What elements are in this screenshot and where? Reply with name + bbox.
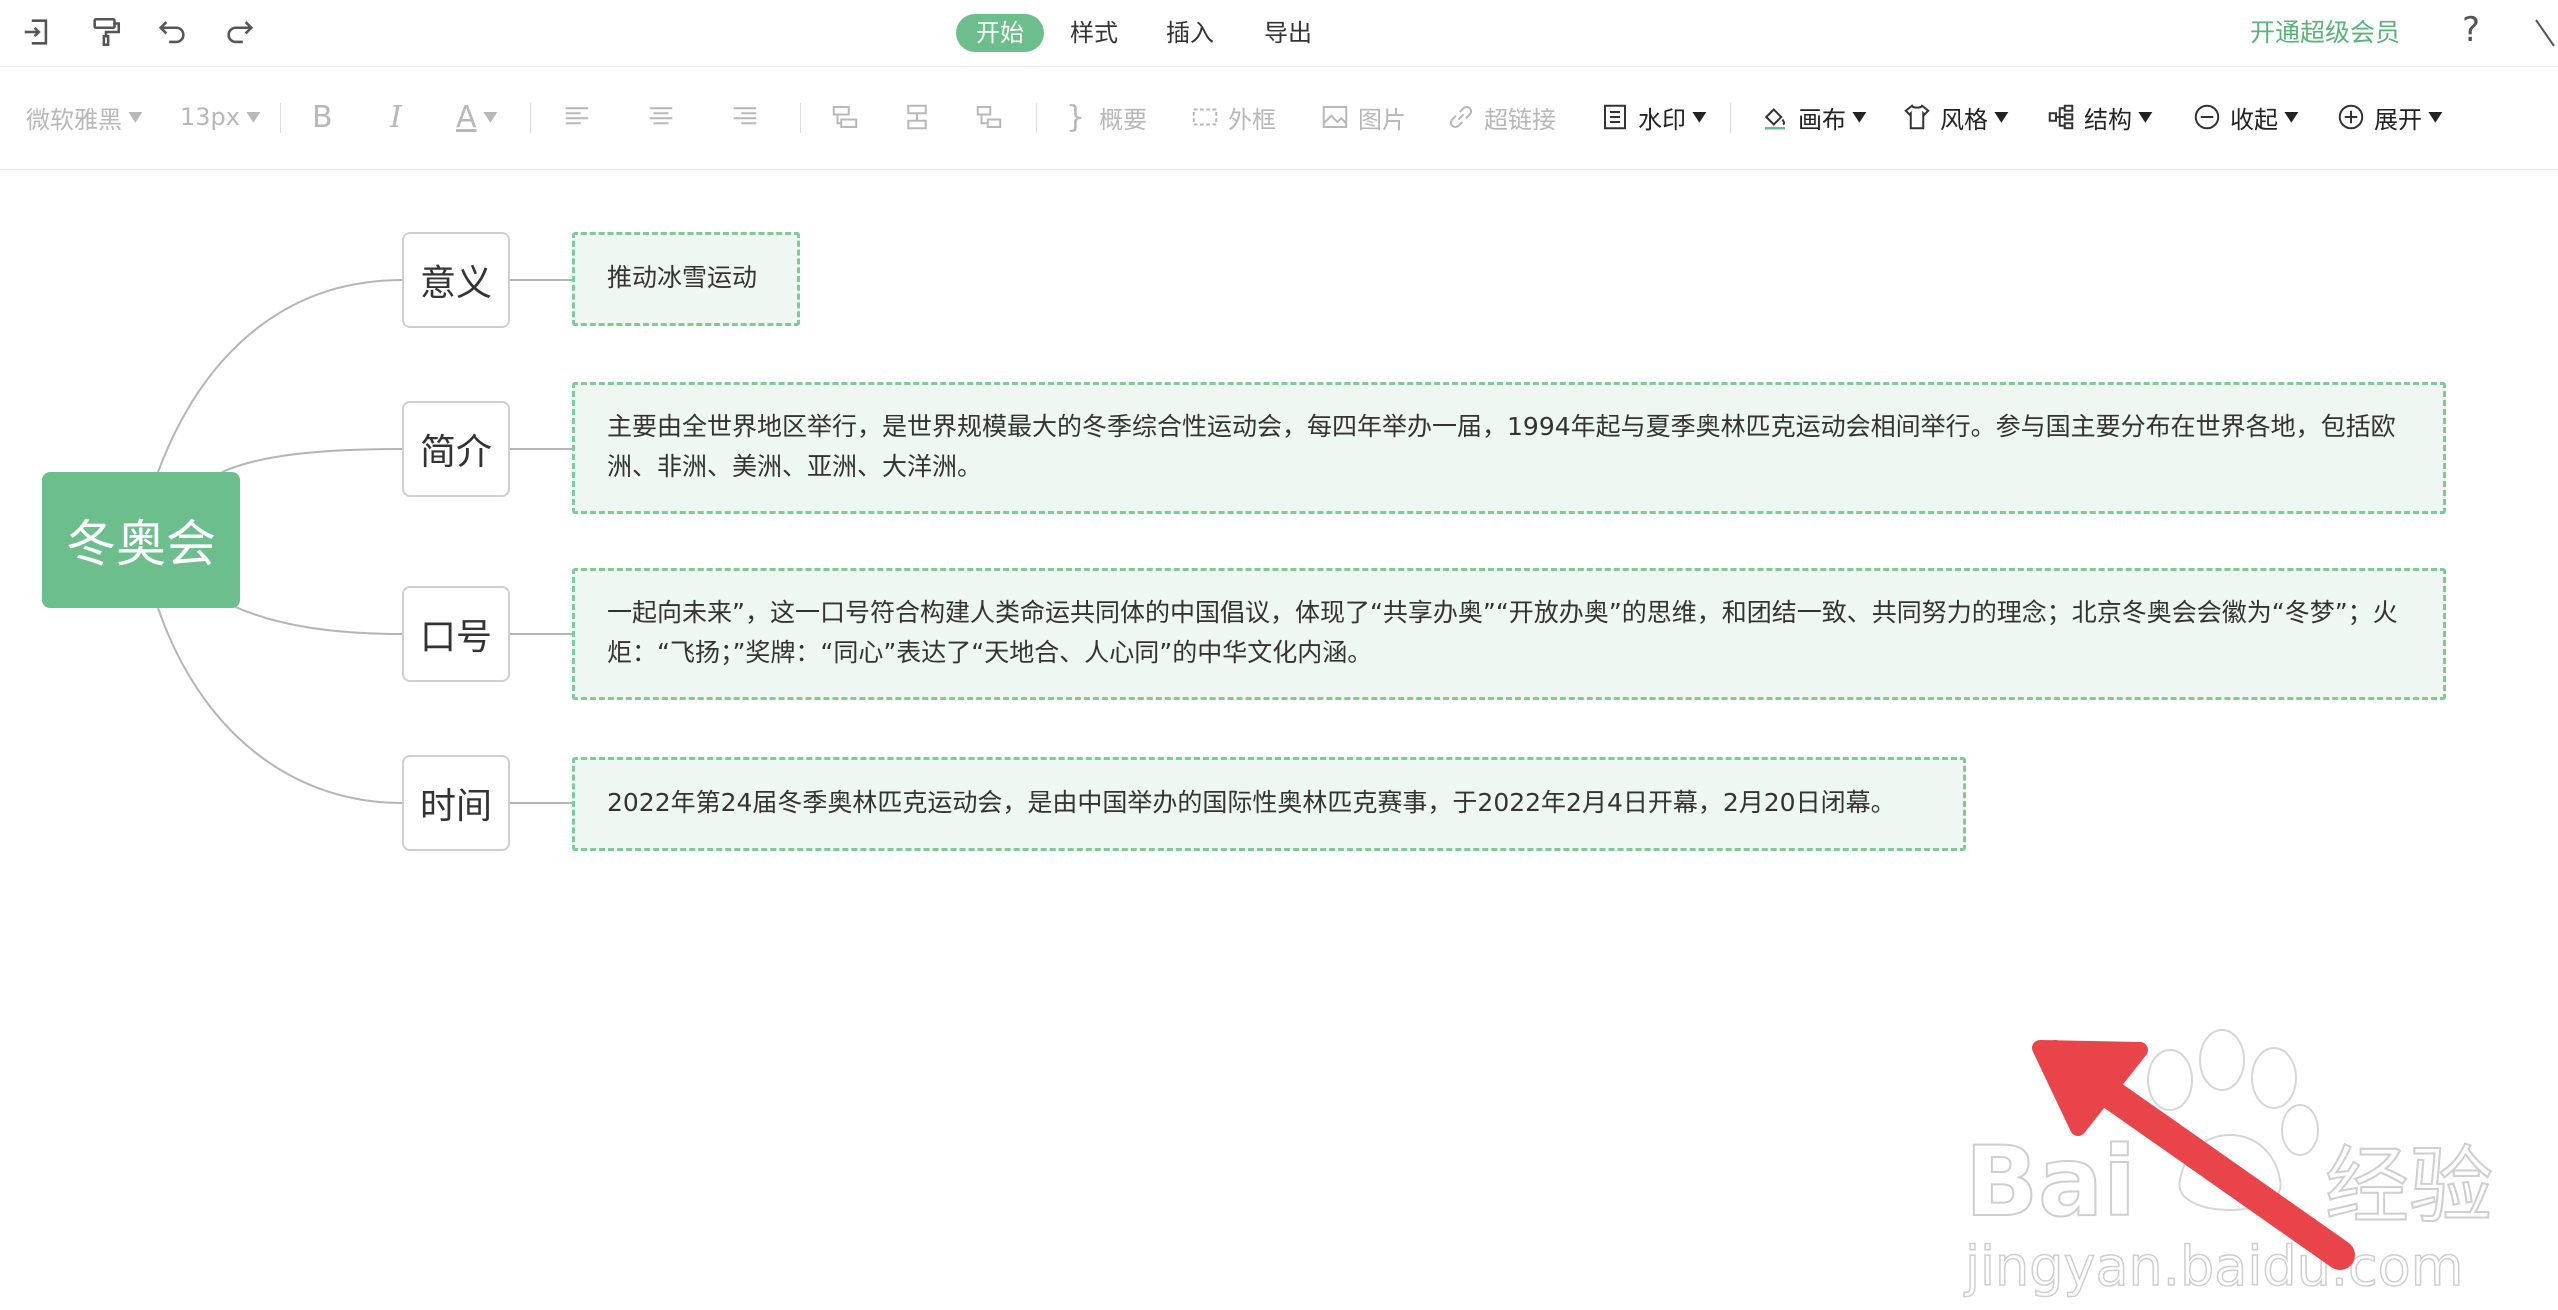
structure-dropdown[interactable]: 结构 ▼ — [2046, 97, 2153, 137]
parent-node-icon — [976, 106, 1002, 128]
watermark-icon — [1604, 104, 1626, 130]
leaf-node-time[interactable]: 2022年第24届冬季奥林匹克运动会，是由中国举办的国际性奥林匹克赛事，于202… — [572, 757, 1966, 851]
branch-node-significance[interactable]: 意义 — [402, 232, 510, 328]
branch-node-slogan[interactable]: 口号 — [402, 586, 510, 682]
structure-label: 结构 — [2084, 105, 2132, 134]
italic-button[interactable]: I — [390, 97, 402, 137]
tab-start[interactable]: 开始 — [956, 14, 1044, 52]
format-painter-icon[interactable] — [86, 12, 126, 52]
slash-icon[interactable] — [2528, 16, 2558, 50]
font-color-icon: A — [456, 99, 477, 135]
branch-node-introduction[interactable]: 简介 — [402, 401, 510, 497]
hyperlink-button[interactable]: 超链接 — [1446, 97, 1556, 137]
image-label: 图片 — [1358, 105, 1406, 134]
theme-style-dropdown[interactable]: 风格 ▼ — [1902, 97, 2009, 137]
tab-export[interactable]: 导出 — [1264, 14, 1312, 52]
frame-icon — [1192, 108, 1218, 126]
chevron-down-icon: ▼ — [482, 109, 497, 125]
font-size-value: 13px — [180, 103, 240, 131]
canvas-label: 画布 — [1798, 105, 1846, 134]
connector-line — [224, 601, 403, 635]
mindmap-canvas[interactable]: 冬奥会 意义 简介 口号 时间 推动冰雪运动 主要由全世界地区举行，是世界规模最… — [0, 170, 2558, 1299]
shirt-icon — [1904, 104, 1930, 130]
font-size-select[interactable]: 13px ▼ — [180, 97, 261, 137]
chevron-down-icon: ▼ — [1994, 109, 2009, 125]
plus-circle-icon — [2338, 104, 2364, 130]
chevron-down-icon: ▼ — [1692, 109, 1707, 125]
align-left-icon — [565, 107, 589, 125]
chevron-down-icon: ▼ — [1852, 109, 1867, 125]
toolbar-divider — [530, 103, 531, 133]
tab-style[interactable]: 样式 — [1070, 14, 1118, 52]
minus-circle-icon — [2194, 104, 2220, 130]
toolbar-divider — [1036, 103, 1037, 133]
leaf-node-introduction[interactable]: 主要由全世界地区举行，是世界规模最大的冬季综合性运动会，每四年举办一届，1994… — [572, 382, 2446, 514]
add-parent-node-button[interactable] — [974, 97, 1012, 137]
chevron-down-icon: ▼ — [2284, 109, 2299, 125]
hyperlink-label: 超链接 — [1484, 105, 1556, 134]
exit-icon[interactable] — [16, 12, 56, 52]
tab-insert[interactable]: 插入 — [1166, 14, 1214, 52]
font-color-button[interactable]: A ▼ — [456, 97, 497, 137]
bold-button[interactable]: B — [312, 97, 333, 137]
toolbar-divider — [1730, 103, 1731, 133]
align-right-icon — [733, 107, 757, 125]
watermark-brand-suffix: 经验 — [2325, 1137, 2493, 1235]
frame-label: 外框 — [1228, 105, 1276, 134]
root-node[interactable]: 冬奥会 — [42, 472, 240, 608]
summary-button[interactable]: } 概要 — [1066, 97, 1147, 137]
image-button[interactable]: 图片 — [1320, 97, 1406, 137]
baidu-jingyan-watermark: Bai 经验 jingyan.baidu.com — [1963, 1029, 2494, 1299]
link-icon — [1449, 105, 1473, 129]
expand-label: 展开 — [2374, 105, 2422, 134]
watermark-label: 水印 — [1638, 105, 1686, 134]
image-icon — [1322, 106, 1348, 128]
align-center-icon — [649, 107, 673, 125]
chevron-down-icon: ▼ — [2138, 109, 2153, 125]
toolbar-divider — [800, 103, 801, 133]
chevron-down-icon: ▼ — [246, 109, 261, 125]
structure-icon — [2048, 104, 2074, 130]
font-family-select[interactable]: 微软雅黑 ▼ — [26, 97, 143, 137]
help-icon[interactable]: ? — [2462, 10, 2480, 50]
watermark-dropdown[interactable]: 水印 ▼ — [1600, 97, 1707, 137]
font-family-value: 微软雅黑 — [26, 105, 122, 134]
format-toolbar: 微软雅黑 ▼ 13px ▼ B I A ▼ } 概要 外框 图片 超链接 水印 ▼ — [0, 67, 2558, 170]
align-center-button[interactable] — [646, 97, 684, 137]
frame-button[interactable]: 外框 — [1190, 97, 1276, 137]
connector-line — [157, 607, 403, 804]
connector-line — [221, 448, 403, 473]
vip-upgrade-link[interactable]: 开通超级会员 — [2250, 14, 2400, 52]
paint-bucket-icon — [1764, 108, 1786, 130]
canvas-dropdown[interactable]: 画布 ▼ — [1760, 97, 1867, 137]
toolbar-divider — [280, 103, 281, 133]
theme-style-label: 风格 — [1940, 105, 1988, 134]
branch-node-time[interactable]: 时间 — [402, 755, 510, 851]
align-left-button[interactable] — [562, 97, 600, 137]
undo-icon[interactable] — [152, 12, 192, 52]
chevron-down-icon: ▼ — [2428, 109, 2443, 125]
align-right-button[interactable] — [730, 97, 768, 137]
leaf-node-significance[interactable]: 推动冰雪运动 — [572, 232, 800, 326]
watermark-brand: Bai — [1965, 1126, 2136, 1238]
chevron-down-icon: ▼ — [128, 109, 143, 125]
expand-dropdown[interactable]: 展开 ▼ — [2336, 97, 2443, 137]
redo-icon[interactable] — [220, 12, 260, 52]
collapse-dropdown[interactable]: 收起 ▼ — [2192, 97, 2299, 137]
top-bar: 开始 样式 插入 导出 开通超级会员 ? — [0, 0, 2558, 67]
add-child-node-button[interactable] — [902, 97, 940, 137]
sibling-node-icon — [832, 106, 858, 128]
child-node-icon — [907, 104, 927, 130]
collapse-label: 收起 — [2230, 105, 2278, 134]
watermark-url: jingyan.baidu.com — [1964, 1235, 2463, 1298]
connector-line — [157, 279, 403, 473]
brace-icon: } — [1066, 99, 1086, 135]
leaf-node-slogan[interactable]: 一起向未来”，这一口号符合构建人类命运共同体的中国倡议，体现了“共享办奥”“开放… — [572, 568, 2446, 700]
add-sibling-node-button[interactable] — [830, 97, 868, 137]
summary-label: 概要 — [1099, 105, 1148, 134]
